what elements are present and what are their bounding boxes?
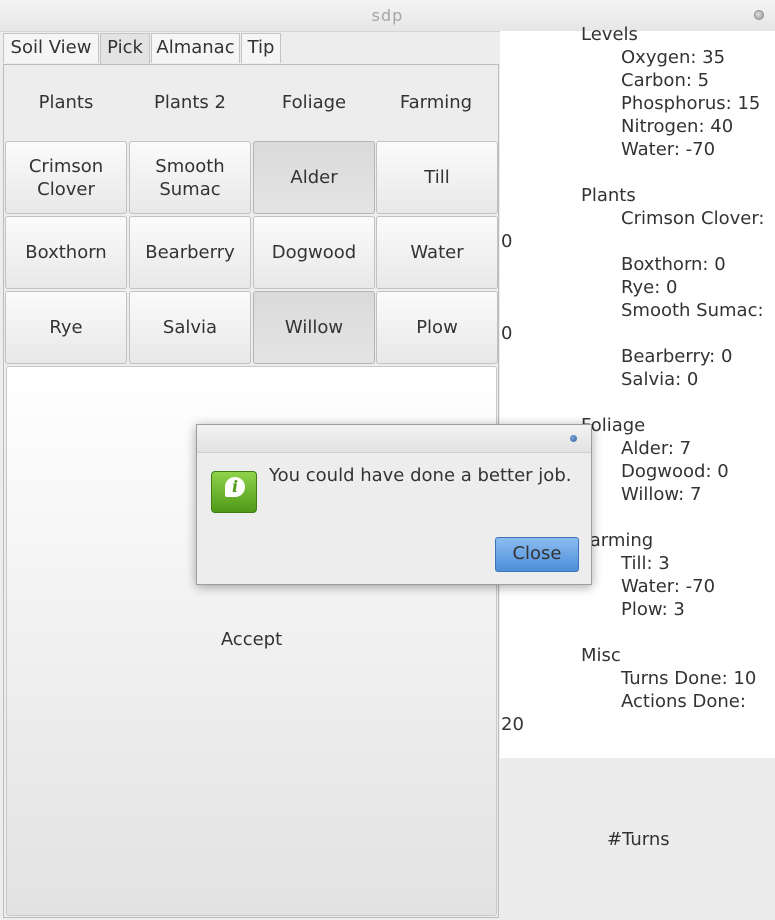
rye-count: Rye: 0 — [621, 277, 678, 298]
willow-button[interactable]: Willow — [253, 291, 375, 364]
phosphorus-level: Phosphorus: 15 — [621, 93, 761, 114]
category-plants-2: Plants 2 — [154, 92, 226, 113]
salvia-count: Salvia: 0 — [621, 369, 699, 390]
water-level: Water: -70 — [621, 139, 716, 160]
dogwood-count: Dogwood: 0 — [621, 461, 729, 482]
willow-count: Willow: 7 — [621, 484, 702, 505]
info-icon: i — [211, 471, 257, 513]
message-dialog: i You could have done a better job. Clos… — [196, 424, 592, 585]
nitrogen-level: Nitrogen: 40 — [621, 116, 734, 137]
window-close-icon[interactable] — [754, 10, 764, 20]
carbon-level: Carbon: 5 — [621, 70, 710, 91]
alder-button[interactable]: Alder — [253, 141, 375, 214]
dialog-titlebar — [197, 425, 591, 453]
plow-button[interactable]: Plow — [376, 291, 498, 364]
tab-tip[interactable]: Tip — [241, 33, 281, 63]
boxthorn-button[interactable]: Boxthorn — [5, 216, 127, 289]
window-titlebar: sdp — [0, 0, 775, 32]
levels-heading: Levels — [581, 24, 638, 45]
category-farming: Farming — [399, 92, 473, 113]
farm-water-count: Water: -70 — [621, 576, 716, 597]
smooth-sumac-button[interactable]: Smooth Sumac — [129, 141, 251, 214]
smooth-sumac-value: 0 — [501, 323, 513, 344]
dialog-message: You could have done a better job. — [269, 465, 572, 486]
till-count: Till: 3 — [621, 553, 670, 574]
crimson-clover-value: 0 — [501, 231, 513, 252]
crimson-clover-count: Crimson Clover: — [621, 208, 765, 229]
accept-label: Accept — [220, 629, 283, 650]
tab-almanac[interactable]: Almanac — [151, 33, 240, 63]
turns-label: #Turns — [607, 829, 670, 850]
bearberry-button[interactable]: Bearberry — [129, 216, 251, 289]
till-button[interactable]: Till — [376, 141, 498, 214]
category-plants: Plants — [38, 92, 94, 113]
window-title: sdp — [371, 6, 404, 25]
water-button[interactable]: Water — [376, 216, 498, 289]
actions-done-value: 20 — [501, 714, 524, 735]
tab-soil-view[interactable]: Soil View — [3, 33, 99, 63]
salvia-button[interactable]: Salvia — [129, 291, 251, 364]
oxygen-level: Oxygen: 35 — [621, 47, 726, 68]
crimson-clover-button[interactable]: Crimson Clover — [5, 141, 127, 214]
rye-button[interactable]: Rye — [5, 291, 127, 364]
tab-pick[interactable]: Pick — [100, 33, 150, 65]
plants-heading: Plants — [581, 185, 636, 206]
dialog-close-icon[interactable] — [570, 435, 577, 442]
bearberry-count: Bearberry: 0 — [621, 346, 733, 367]
smooth-sumac-count: Smooth Sumac: — [621, 300, 764, 321]
close-button[interactable]: Close — [495, 537, 579, 572]
actions-done: Actions Done: — [621, 691, 746, 712]
misc-heading: Misc — [581, 645, 621, 666]
plow-count: Plow: 3 — [621, 599, 685, 620]
dogwood-button[interactable]: Dogwood — [253, 216, 375, 289]
alder-count: Alder: 7 — [621, 438, 692, 459]
turns-done: Turns Done: 10 — [621, 668, 757, 689]
category-foliage: Foliage — [281, 92, 347, 113]
boxthorn-count: Boxthorn: 0 — [621, 254, 726, 275]
